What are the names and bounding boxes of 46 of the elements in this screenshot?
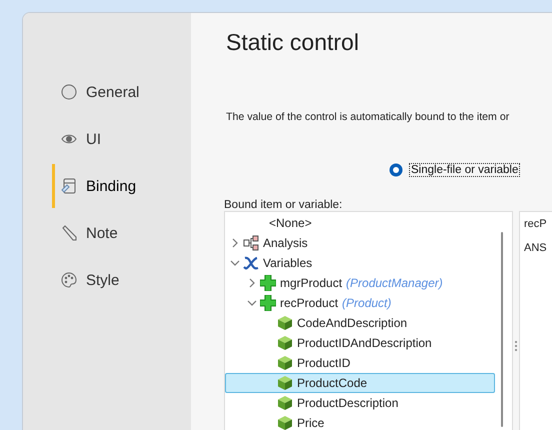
sidebar-item-label: Binding bbox=[86, 178, 136, 194]
palette-icon bbox=[61, 272, 77, 288]
chevron-down-icon[interactable] bbox=[247, 298, 257, 308]
detail-text: ANS bbox=[524, 242, 548, 254]
sidebar-item-label: General bbox=[86, 84, 140, 100]
chevron-right-icon[interactable] bbox=[230, 238, 240, 248]
tree-item[interactable]: ProductDescription bbox=[225, 393, 495, 413]
sidebar-item[interactable]: Binding bbox=[52, 164, 191, 208]
sidebar-item[interactable]: Note bbox=[52, 211, 191, 255]
variable-icon bbox=[243, 255, 259, 271]
description-text: The value of the control is automatically bound to the item or bbox=[226, 111, 510, 123]
plus-icon bbox=[260, 295, 276, 311]
tree-item[interactable]: ProductIDAndDescription bbox=[225, 333, 495, 353]
tree-item[interactable]: ProductID bbox=[225, 353, 495, 373]
scrollbar[interactable] bbox=[501, 232, 503, 427]
tree-item[interactable]: CodeAndDescription bbox=[225, 313, 495, 333]
tree-item[interactable]: Analysis bbox=[225, 233, 495, 253]
tree-label: Bound item or variable: bbox=[224, 199, 344, 211]
detail-text: recP bbox=[524, 218, 548, 230]
tree-item[interactable]: Price bbox=[225, 413, 495, 430]
plus-icon bbox=[260, 275, 276, 291]
diagram-icon bbox=[243, 235, 259, 251]
sidebar-item[interactable]: UI bbox=[52, 117, 191, 161]
chevron-down-icon[interactable] bbox=[230, 258, 240, 268]
pencil-icon bbox=[61, 225, 77, 241]
sidebar-item[interactable]: General bbox=[52, 70, 191, 114]
chevron-right-icon[interactable] bbox=[247, 278, 257, 288]
sidebar-item[interactable]: Style bbox=[52, 258, 191, 302]
radio-icon bbox=[61, 84, 77, 100]
cube-icon bbox=[277, 375, 293, 391]
sidebar-item-label: Style bbox=[86, 272, 120, 288]
tree-item[interactable]: mgrProduct (ProductManager) bbox=[225, 273, 495, 293]
cube-icon bbox=[277, 355, 293, 371]
tree-item[interactable]: recProduct (Product) bbox=[225, 293, 495, 313]
cube-icon bbox=[277, 415, 293, 430]
cube-icon bbox=[277, 335, 293, 351]
sidebar-item-label: UI bbox=[86, 130, 101, 148]
cube-icon bbox=[277, 395, 293, 411]
sidebar-item-label: Note bbox=[86, 224, 118, 242]
binding-icon bbox=[61, 178, 77, 194]
cube-icon bbox=[277, 315, 293, 331]
splitter-grip-icon[interactable] bbox=[514, 341, 518, 351]
window-title: Static control bbox=[226, 29, 360, 56]
tree-item[interactable]: ProductCode bbox=[225, 373, 495, 393]
tree-item[interactable]: Variables bbox=[225, 253, 495, 273]
tree-item[interactable]: <None> bbox=[225, 213, 495, 233]
